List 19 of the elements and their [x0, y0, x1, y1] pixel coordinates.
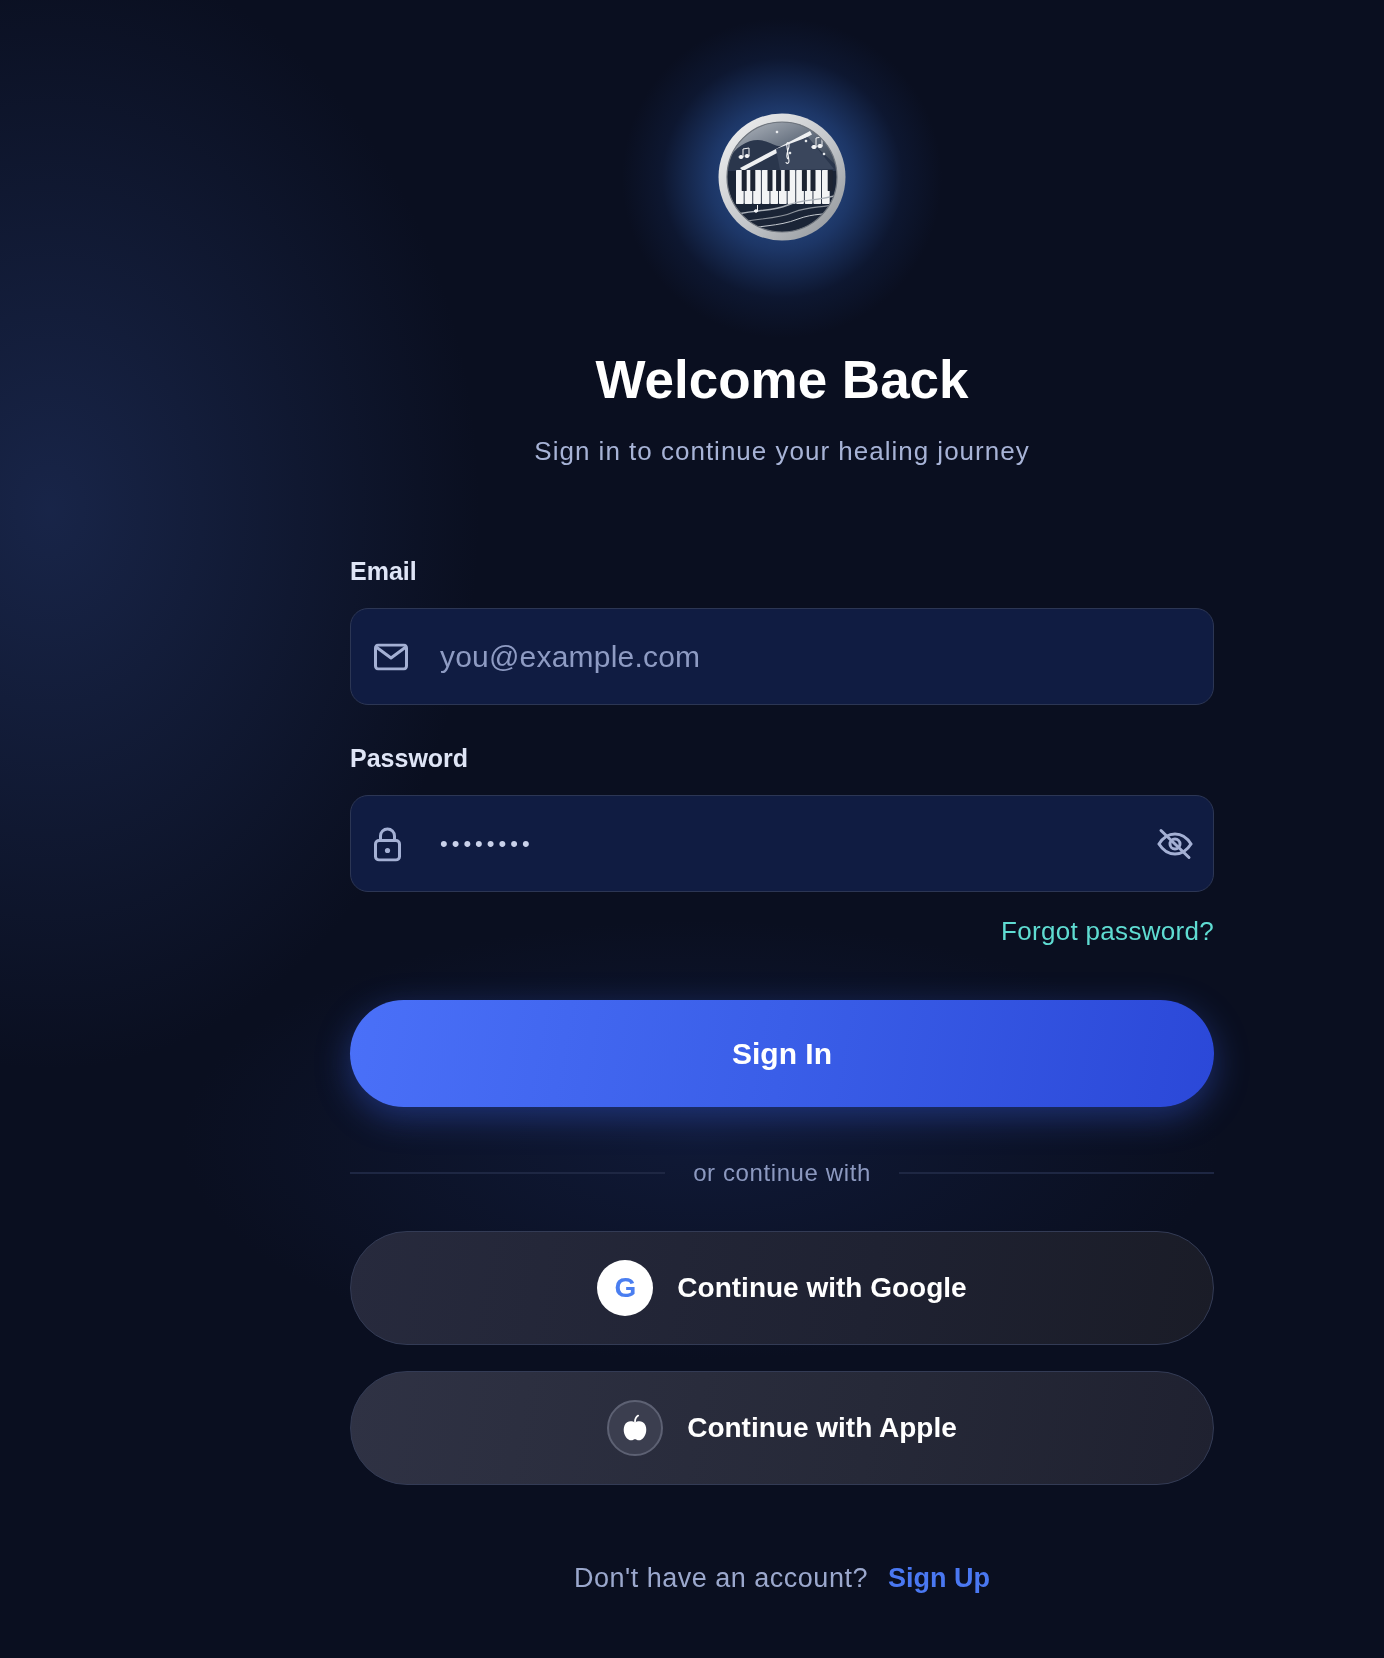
apple-logo-icon [607, 1400, 664, 1456]
page-title: Welcome Back [594, 349, 970, 411]
password-field[interactable]: •••••••• [350, 795, 1214, 892]
lock-icon [374, 826, 401, 861]
page-subtitle: Sign in to continue your healing journey [533, 436, 1031, 467]
sign-up-prompt: Don't have an account? [574, 1562, 868, 1595]
apple-sign-in-button[interactable]: Continue with Apple [350, 1371, 1214, 1485]
forgot-password-link[interactable]: Forgot password? [1001, 916, 1214, 947]
google-sign-in-button[interactable]: G Continue with Google [350, 1231, 1214, 1345]
field-label: Password [350, 743, 469, 773]
email-field[interactable]: you@example.com [350, 608, 1214, 705]
divider-text: or continue with [693, 1158, 871, 1188]
mail-icon [374, 643, 408, 670]
sign-in-button[interactable]: Sign In [350, 1000, 1214, 1107]
eye-slash-icon[interactable] [1157, 828, 1193, 859]
piano-logo-icon [718, 113, 846, 241]
field-label: Email [350, 556, 417, 586]
sign-up-link[interactable]: Sign Up [887, 1561, 990, 1595]
google-g-icon: G [597, 1260, 654, 1316]
